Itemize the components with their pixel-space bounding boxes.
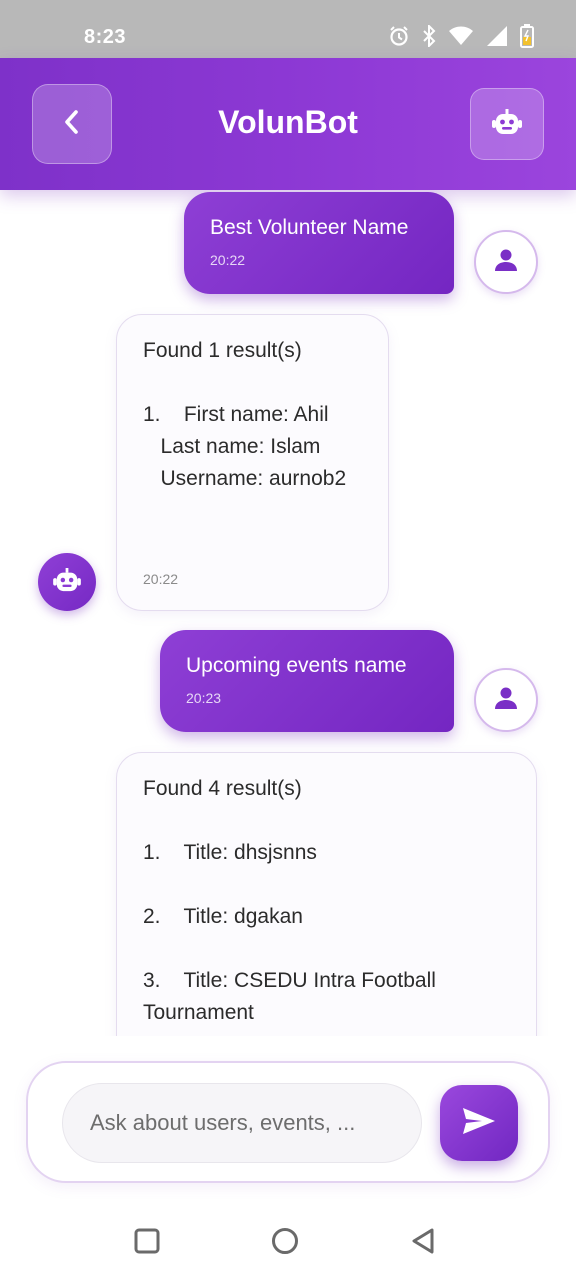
send-icon	[462, 1106, 496, 1141]
robot-icon	[53, 567, 81, 597]
bot-message-bubble: Found 4 result(s) 1. Title: dhsjsnns 2. …	[116, 752, 537, 1036]
recents-square-icon	[134, 1228, 160, 1259]
user-message-bubble: Best Volunteer Name 20:22	[184, 192, 454, 294]
user-message-bubble: Upcoming events name 20:23	[160, 630, 454, 732]
person-icon	[495, 686, 517, 715]
message-text: Upcoming events name	[186, 654, 407, 677]
send-button[interactable]	[440, 1085, 518, 1161]
composer-bar: Ask about users, events, ...	[26, 1061, 550, 1183]
robot-icon	[492, 108, 522, 140]
recents-button[interactable]	[132, 1228, 162, 1258]
app-header: VolunBot	[0, 58, 576, 190]
chat-area[interactable]: Best Volunteer Name 20:22 Found 1 result…	[0, 190, 576, 1036]
message-text: Found 1 result(s) 1. First name: Ahil La…	[143, 339, 347, 490]
user-avatar	[474, 668, 538, 732]
status-icons	[388, 23, 534, 53]
alarm-icon	[388, 25, 410, 52]
user-avatar	[474, 230, 538, 294]
message-input[interactable]: Ask about users, events, ...	[62, 1083, 422, 1163]
message-time: 20:22	[210, 252, 246, 268]
message-text: Found 4 result(s) 1. Title: dhsjsnns 2. …	[143, 777, 436, 1024]
system-nav-bar	[0, 1206, 576, 1280]
home-button[interactable]	[270, 1227, 300, 1260]
bot-avatar	[38, 553, 96, 611]
message-time: 20:22	[143, 571, 179, 587]
back-triangle-icon	[410, 1227, 436, 1260]
message-time: 20:23	[186, 690, 222, 706]
bluetooth-icon	[422, 23, 436, 52]
battery-icon	[520, 24, 534, 53]
person-icon	[495, 248, 517, 277]
home-circle-icon	[271, 1227, 299, 1260]
status-bar: 8:23	[0, 0, 576, 58]
bot-info-button[interactable]	[470, 88, 544, 160]
bot-message-bubble: Found 1 result(s) 1. First name: Ahil La…	[116, 314, 389, 611]
status-time: 8:23	[84, 26, 127, 48]
message-text: Best Volunteer Name	[210, 216, 409, 239]
back-nav-button[interactable]	[408, 1228, 438, 1258]
signal-icon	[486, 25, 508, 52]
input-placeholder: Ask about users, events, ...	[90, 1110, 356, 1135]
wifi-icon	[448, 26, 474, 51]
